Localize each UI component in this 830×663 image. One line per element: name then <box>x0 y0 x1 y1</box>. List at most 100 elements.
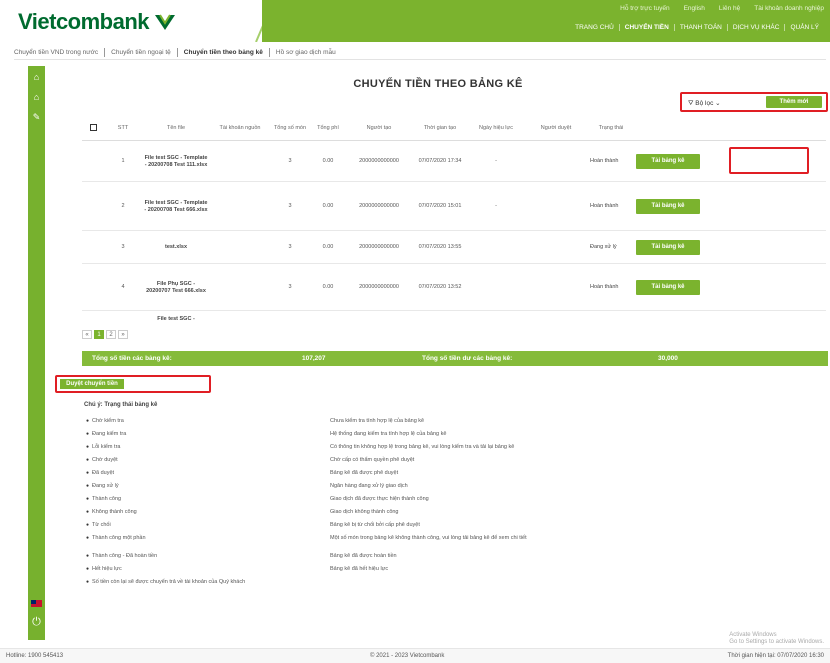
windows-activation-watermark: Activate Windows Go to Settings to activ… <box>729 632 824 645</box>
legend-item: Thành công một phầnMột số món trong bảng… <box>86 532 826 550</box>
footer-copyright: © 2021 - 2023 Vietcombank <box>370 653 445 659</box>
download-list-button[interactable]: Tải bảng kê <box>636 280 700 295</box>
add-new-button[interactable]: Thêm mới <box>766 96 822 108</box>
row-filename[interactable]: File Phụ SGC - 20200707 Test 666.xlsx <box>142 281 210 295</box>
row-fee: 0.00 <box>322 284 334 290</box>
download-list-button[interactable]: Tải bảng kê <box>636 199 700 214</box>
page-2-button[interactable]: 2 <box>106 330 116 339</box>
table-row[interactable]: File test SGC - <box>82 312 826 326</box>
legend-item: Chờ duyệtChờ cấp có thẩm quyền phê duyệt <box>86 454 826 467</box>
total-value-right: 30,000 <box>658 355 678 362</box>
nav-home[interactable]: TRANG CHỦ <box>570 24 620 31</box>
nav-other-services[interactable]: DỊCH VỤ KHÁC <box>728 24 786 31</box>
total-value-left: 107,207 <box>302 355 326 362</box>
row-stt: 2 <box>121 203 125 209</box>
footer-session-time: Thời gian hiện tại: 07/07/2020 16:30 <box>727 653 824 659</box>
page-1-button[interactable]: 1 <box>94 330 104 339</box>
util-support-link[interactable]: Hỗ trợ trực tuyến <box>620 5 669 12</box>
table-row[interactable]: 4 File Phụ SGC - 20200707 Test 666.xlsx … <box>82 265 826 311</box>
col-approver: Người duyệt <box>540 125 572 131</box>
filter-toolbar: ⛛ Bộ lọc ⌄ Thêm mới <box>680 92 828 112</box>
col-creator: Người tạo <box>366 125 392 131</box>
select-all-checkbox[interactable] <box>89 123 97 131</box>
row-created: 07/07/2020 15:01 <box>418 203 462 209</box>
col-created: Thời gian tạo <box>423 125 457 131</box>
col-filename: Tên file <box>166 125 186 131</box>
download-list-button[interactable]: Tải bảng kê <box>636 240 700 255</box>
bank-icon[interactable]: ⌂ <box>31 92 42 103</box>
footer-hotline[interactable]: Hotline: 1900 545413 <box>6 653 63 659</box>
filter-label: Bộ lọc <box>695 100 714 107</box>
totals-bar: Tổng số tiền các bảng kê: 107,207 Tổng s… <box>82 351 828 366</box>
util-language-link[interactable]: English <box>684 5 705 12</box>
row-fee: 0.00 <box>322 158 334 164</box>
legend-title: Chú ý: Trạng thái bảng kê <box>84 402 158 408</box>
pagination: « 1 2 » <box>82 330 128 339</box>
table-row[interactable]: 1 File test SGC - Template - 20200708 Te… <box>82 142 826 182</box>
main-nav: TRANG CHỦ CHUYỂN TIỀN THANH TOÁN DỊCH VỤ… <box>570 24 824 31</box>
confirm-transfer-button[interactable]: Duyệt chuyển tiền <box>60 379 124 389</box>
download-highlight-frame <box>729 147 809 174</box>
col-status: Trạng thái <box>598 125 624 131</box>
table-row[interactable]: 3 test.xlsx 3 0.00 2000000000000 07/07/2… <box>82 232 826 264</box>
power-icon[interactable]: ⏻ <box>30 616 43 629</box>
subnav-foreign-transfer[interactable]: Chuyển tiền ngoại tệ <box>105 48 178 57</box>
page-prev-button[interactable]: « <box>82 330 92 339</box>
legend-item: Thành công - Đã hoàn tiềnBảng kê đã được… <box>86 550 826 563</box>
nav-payment[interactable]: THANH TOÁN <box>675 24 728 31</box>
pen-icon[interactable]: ✎ <box>31 112 42 123</box>
legend-item: Thành côngGiao dịch đã được thực hiện th… <box>86 493 826 506</box>
subnav-batch-transfer[interactable]: Chuyển tiền theo bảng kê <box>178 48 270 57</box>
breadcrumb-subnav: Chuyển tiền VND trong nước Chuyển tiền n… <box>14 46 826 60</box>
util-contact-link[interactable]: Liên hệ <box>719 5 740 12</box>
row-status: Hoàn thành <box>590 158 619 164</box>
row-count: 3 <box>288 203 292 209</box>
top-utility-links: Hỗ trợ trực tuyến English Liên hệ Tài kh… <box>620 5 824 12</box>
util-account-link[interactable]: Tài khoản doanh nghiệp <box>754 5 824 12</box>
chevron-down-icon: ⌄ <box>715 100 721 107</box>
row-status: Hoàn thành <box>590 284 619 290</box>
confirm-highlight-frame: Duyệt chuyển tiền <box>55 375 211 393</box>
home-icon[interactable]: ⌂ <box>31 72 42 83</box>
row-stt: 3 <box>121 244 125 250</box>
col-fee: Tổng phí <box>317 125 339 131</box>
logo-mark-icon <box>153 12 177 32</box>
legend-item: Đang xử lýNgân hàng đang xử lý giao dịch <box>86 480 826 493</box>
row-filename[interactable]: File test SGC - Template - 20200708 Test… <box>142 155 210 169</box>
header-green-band: Hỗ trợ trực tuyến English Liên hệ Tài kh… <box>262 0 830 42</box>
row-creator: 2000000000000 <box>359 203 399 209</box>
vietcombank-logo[interactable]: Vietcombank <box>18 9 177 35</box>
row-created: 07/07/2020 13:52 <box>418 284 462 290</box>
page-next-button[interactable]: » <box>118 330 128 339</box>
table-row[interactable]: 2 File test SGC - Template - 20200708 Te… <box>82 183 826 231</box>
row-created: 07/07/2020 13:55 <box>418 244 462 250</box>
page-title: CHUYỂN TIỀN THEO BẢNG KÊ <box>353 78 523 90</box>
header: Vietcombank Hỗ trợ trực tuyến English Li… <box>0 0 830 42</box>
row-status: Đang xử lý <box>590 244 617 250</box>
legend-item: Lỗi kiểm traCó thông tin không hợp lệ tr… <box>86 441 826 454</box>
legend-item: Không thành côngGiao dịch không thành cô… <box>86 506 826 519</box>
download-list-button[interactable]: Tải bảng kê <box>636 154 700 169</box>
legend-item: Hết hiệu lựcBảng kê đã hết hiệu lực <box>86 563 826 576</box>
row-filename[interactable]: File test SGC - Template - 20200708 Test… <box>142 200 210 214</box>
row-filename[interactable]: File test SGC - <box>142 316 210 323</box>
col-effective: Ngày hiệu lực <box>479 125 513 131</box>
row-count: 3 <box>288 284 292 290</box>
row-count: 3 <box>288 244 292 250</box>
subnav-templates[interactable]: Hồ sơ giao dịch mẫu <box>270 48 342 57</box>
row-filename[interactable]: test.xlsx <box>142 244 210 251</box>
uk-flag-icon[interactable] <box>31 600 42 607</box>
legend-item: Đang kiểm traHệ thống đang kiểm tra tính… <box>86 428 826 441</box>
nav-transfer[interactable]: CHUYỂN TIỀN <box>620 24 675 31</box>
col-stt: STT <box>117 125 129 131</box>
table-header: STT Tên file Tài khoản nguồn Tổng số món… <box>82 117 826 141</box>
filter-dropdown[interactable]: ⛛ Bộ lọc ⌄ <box>688 99 721 108</box>
subnav-domestic-transfer[interactable]: Chuyển tiền VND trong nước <box>14 48 106 57</box>
row-effective: - <box>495 158 497 164</box>
funnel-icon: ⛛ <box>688 100 694 107</box>
nav-management[interactable]: QUẢN LÝ <box>785 24 824 31</box>
main-content: CHUYỂN TIỀN THEO BẢNG KÊ ⛛ Bộ lọc ⌄ Thêm… <box>46 66 830 640</box>
legend-item: Đã duyệtBảng kê đã được phê duyệt <box>86 467 826 480</box>
row-fee: 0.00 <box>322 203 334 209</box>
row-creator: 2000000000000 <box>359 244 399 250</box>
